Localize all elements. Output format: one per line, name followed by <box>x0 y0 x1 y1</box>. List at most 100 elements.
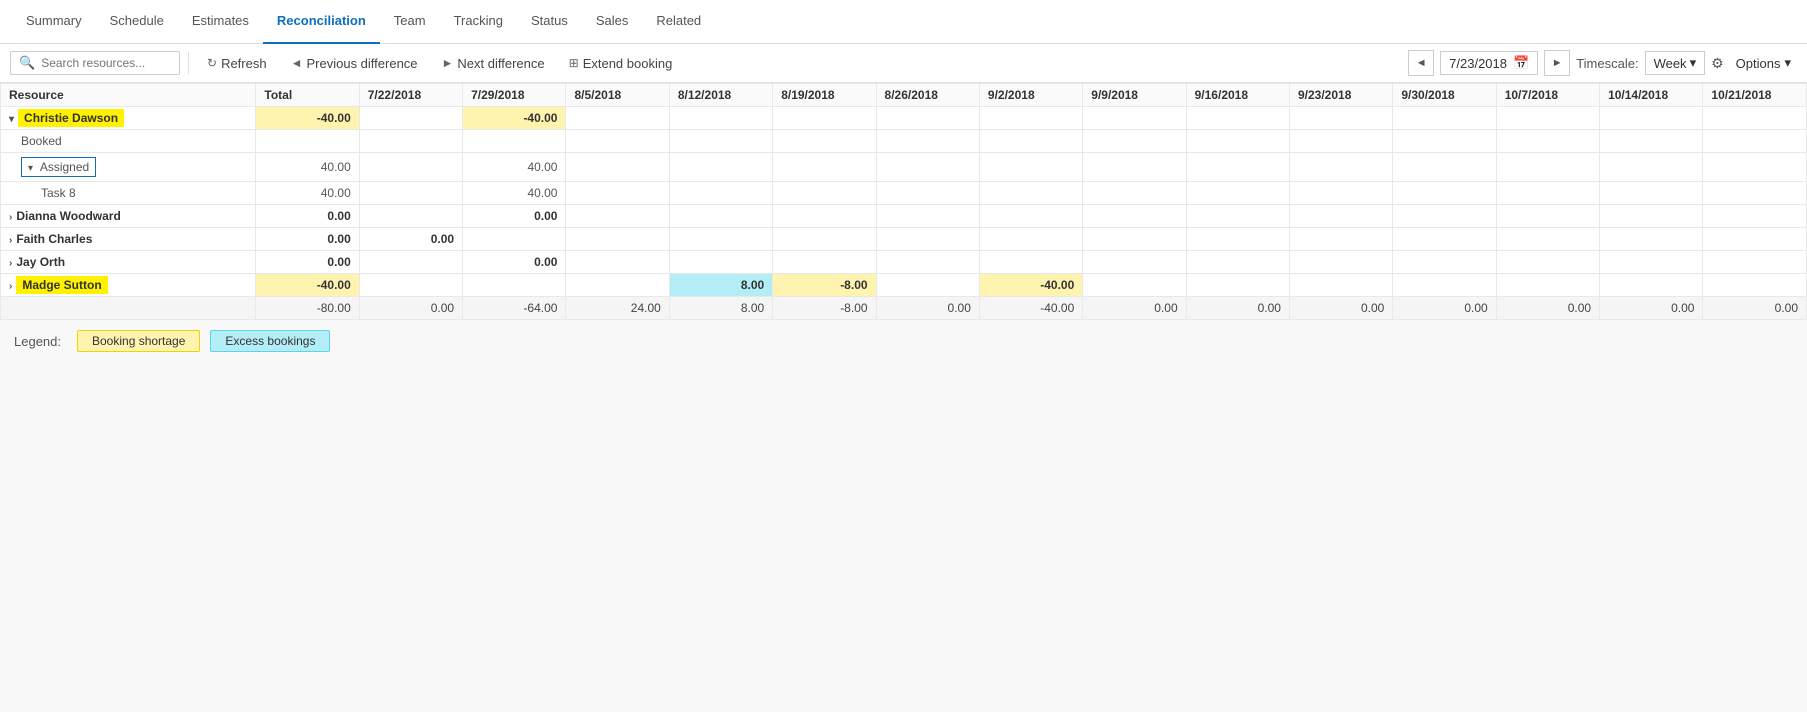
grid-cell <box>256 130 359 153</box>
resource-name: Christie Dawson <box>18 109 124 127</box>
grid-cell <box>876 274 979 297</box>
grid-cell <box>979 130 1082 153</box>
search-box[interactable]: 🔍 <box>10 51 180 75</box>
grid-cell: 0.00 <box>256 228 359 251</box>
nav-item-summary[interactable]: Summary <box>12 0 96 44</box>
nav-item-related[interactable]: Related <box>642 0 715 44</box>
grid-cell: 0.00 <box>359 297 462 320</box>
grid-cell <box>773 130 876 153</box>
grid-cell <box>463 130 566 153</box>
grid-cell <box>1083 153 1186 182</box>
sub-row-name: Booked <box>1 130 256 153</box>
grid-cell <box>773 228 876 251</box>
grid-header-10: 9/16/2018 <box>1186 84 1289 107</box>
grid-cell <box>1289 130 1392 153</box>
grid-cell <box>1083 205 1186 228</box>
grid-cell <box>669 228 772 251</box>
nav-item-status[interactable]: Status <box>517 0 582 44</box>
grid-cell <box>1186 107 1289 130</box>
grid-cell: 0.00 <box>256 205 359 228</box>
grid-cell: 40.00 <box>256 182 359 205</box>
timescale-select[interactable]: Week ▾ <box>1645 51 1706 75</box>
grid-cell <box>566 182 669 205</box>
grid-cell: 0.00 <box>1393 297 1496 320</box>
grid-cell: -40.00 <box>256 274 359 297</box>
nav-item-team[interactable]: Team <box>380 0 440 44</box>
table-row[interactable]: ›Jay Orth0.000.00 <box>1 251 1807 274</box>
grid-cell <box>359 182 462 205</box>
grid-cell <box>1186 228 1289 251</box>
resource-name: Jay Orth <box>16 255 65 269</box>
table-row[interactable]: ›Dianna Woodward0.000.00 <box>1 205 1807 228</box>
next-diff-button[interactable]: ► Next difference <box>432 52 555 75</box>
grid-cell <box>876 153 979 182</box>
timescale-value: Week <box>1654 56 1687 71</box>
grid-header-0: Resource <box>1 84 256 107</box>
grid-cell <box>1289 182 1392 205</box>
table-row[interactable]: ▾Christie Dawson-40.00-40.00 <box>1 107 1807 130</box>
table-row: -80.000.00-64.0024.008.00-8.000.00-40.00… <box>1 297 1807 320</box>
grid-cell <box>979 182 1082 205</box>
grid-cell: 0.00 <box>463 205 566 228</box>
grid-cell <box>1703 107 1807 130</box>
grid-header-9: 9/9/2018 <box>1083 84 1186 107</box>
grid-container: ResourceTotal7/22/20187/29/20188/5/20188… <box>0 83 1807 320</box>
grid-cell <box>1186 274 1289 297</box>
expand-icon[interactable]: › <box>9 235 12 246</box>
grid-cell <box>1703 182 1807 205</box>
grid-header-2: 7/22/2018 <box>359 84 462 107</box>
date-next-button[interactable]: ► <box>1544 50 1570 76</box>
expand-icon[interactable]: › <box>9 212 12 223</box>
grid-cell: 24.00 <box>566 297 669 320</box>
grid-cell <box>359 153 462 182</box>
table-row[interactable]: ›Madge Sutton-40.008.00-8.00-40.00 <box>1 274 1807 297</box>
grid-cell <box>669 205 772 228</box>
grid-cell <box>876 205 979 228</box>
grid-cell: 0.00 <box>463 251 566 274</box>
grid-cell <box>566 107 669 130</box>
grid-cell <box>1496 205 1599 228</box>
nav-item-schedule[interactable]: Schedule <box>96 0 178 44</box>
grid-header-5: 8/12/2018 <box>669 84 772 107</box>
nav-item-sales[interactable]: Sales <box>582 0 643 44</box>
date-value: 7/23/2018 <box>1449 56 1507 71</box>
expand-icon[interactable]: › <box>9 281 12 292</box>
nav-item-reconciliation[interactable]: Reconciliation <box>263 0 380 44</box>
table-row[interactable]: ›Faith Charles0.000.00 <box>1 228 1807 251</box>
nav-item-estimates[interactable]: Estimates <box>178 0 263 44</box>
grid-cell <box>1600 153 1703 182</box>
date-box[interactable]: 7/23/2018 📅 <box>1440 51 1538 75</box>
grid-cell <box>1393 153 1496 182</box>
date-prev-button[interactable]: ◄ <box>1408 50 1434 76</box>
nav-item-tracking[interactable]: Tracking <box>440 0 517 44</box>
grid-cell <box>1289 107 1392 130</box>
grid-cell <box>1600 107 1703 130</box>
grid-cell: -8.00 <box>773 297 876 320</box>
extend-booking-button[interactable]: ⊞ Extend booking <box>559 52 683 75</box>
grid-cell <box>1496 251 1599 274</box>
search-input[interactable] <box>41 56 171 70</box>
grid-cell <box>1393 228 1496 251</box>
grid-cell: 0.00 <box>1600 297 1703 320</box>
expand-icon[interactable]: ▾ <box>9 114 14 125</box>
options-button[interactable]: Options ▾ <box>1730 51 1797 75</box>
grid-cell <box>1600 251 1703 274</box>
grid-cell <box>979 251 1082 274</box>
expand-icon[interactable]: › <box>9 258 12 269</box>
grid-cell <box>669 130 772 153</box>
grid-cell <box>1496 107 1599 130</box>
search-icon: 🔍 <box>19 55 35 71</box>
grid-header-12: 9/30/2018 <box>1393 84 1496 107</box>
grid-cell: 8.00 <box>669 297 772 320</box>
grid-cell <box>566 274 669 297</box>
calendar-icon: 📅 <box>1513 55 1529 71</box>
grid-header-6: 8/19/2018 <box>773 84 876 107</box>
grid-cell <box>1083 274 1186 297</box>
grid-cell <box>876 251 979 274</box>
expand-icon[interactable]: ▾ <box>28 163 36 174</box>
prev-diff-button[interactable]: ◄ Previous difference <box>281 52 428 75</box>
timescale-label: Timescale: <box>1576 56 1638 71</box>
grid-cell <box>566 228 669 251</box>
grid-cell <box>359 274 462 297</box>
refresh-button[interactable]: ↻ Refresh <box>197 52 277 75</box>
